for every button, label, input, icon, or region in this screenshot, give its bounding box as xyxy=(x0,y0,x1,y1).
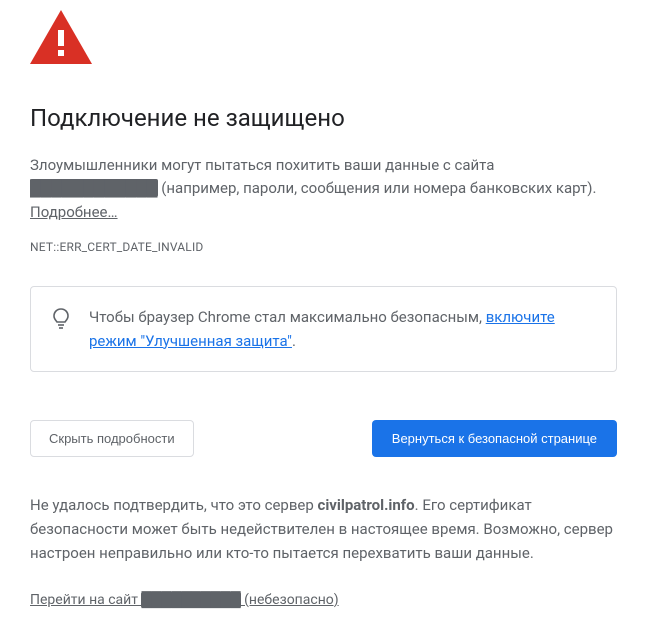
masked-hostname: ████████████ xyxy=(30,179,158,197)
enhanced-protection-suggestion: Чтобы браузер Chrome стал максимально бе… xyxy=(30,286,617,372)
back-to-safety-button[interactable]: Вернуться к безопасной странице xyxy=(372,420,617,457)
button-row: Скрыть подробности Вернуться к безопасно… xyxy=(30,420,617,457)
description-suffix: (например, пароли, сообщения или номера … xyxy=(158,179,597,197)
proceed-prefix: Перейти на сайт xyxy=(30,592,141,608)
description-prefix: Злоумышленники могут пытаться похитить в… xyxy=(30,156,494,174)
proceed-masked-hostname: ██████████ xyxy=(141,592,240,608)
warning-triangle-icon xyxy=(30,10,617,64)
lightbulb-icon xyxy=(51,307,71,335)
certificate-details: Не удалось подтвердить, что это сервер c… xyxy=(30,493,617,565)
server-name: civilpatrol.info xyxy=(318,496,415,514)
warning-description: Злоумышленники могут пытаться похитить в… xyxy=(30,154,617,224)
page-title: Подключение не защищено xyxy=(30,104,617,132)
details-prefix: Не удалось подтвердить, что это сервер xyxy=(30,496,318,514)
learn-more-link[interactable]: Подробнее… xyxy=(30,203,118,221)
error-page: Подключение не защищено Злоумышленники м… xyxy=(0,0,647,638)
error-code: NET::ERR_CERT_DATE_INVALID xyxy=(30,240,617,254)
suggestion-suffix: . xyxy=(292,332,296,350)
suggestion-prefix: Чтобы браузер Chrome стал максимально бе… xyxy=(89,308,486,326)
proceed-unsafe-link[interactable]: Перейти на сайт ██████████ (небезопасно) xyxy=(30,591,339,608)
hide-details-button[interactable]: Скрыть подробности xyxy=(30,420,194,457)
suggestion-text: Чтобы браузер Chrome стал максимально бе… xyxy=(89,305,596,353)
proceed-suffix: (небезопасно) xyxy=(241,592,339,608)
